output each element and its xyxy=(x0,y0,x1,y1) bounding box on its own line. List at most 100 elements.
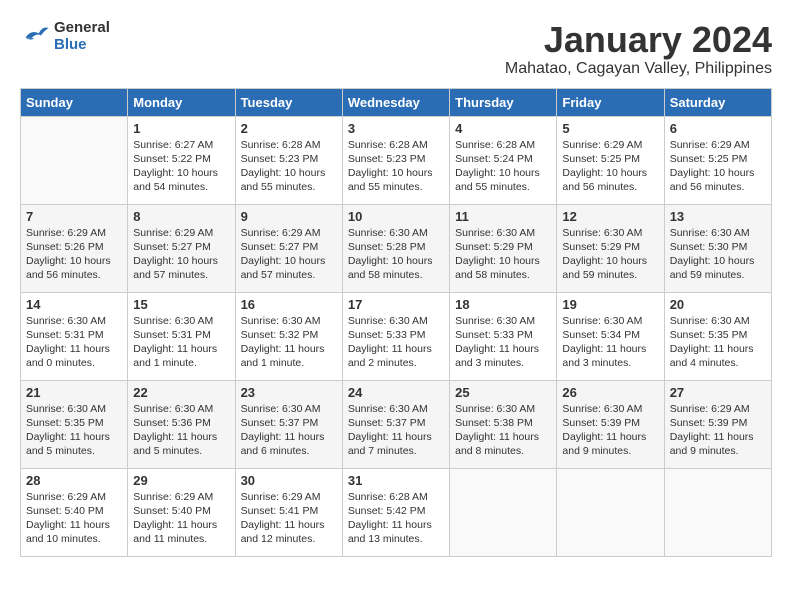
day-content: Sunrise: 6:29 AM Sunset: 5:27 PM Dayligh… xyxy=(241,226,337,283)
week-row-3: 14Sunrise: 6:30 AM Sunset: 5:31 PM Dayli… xyxy=(21,292,772,380)
calendar-cell: 16 Sunrise: 6:30 AM Sunset: 5:32 PM Dayli… xyxy=(235,292,342,380)
day-content: Sunrise: 6:29 AM Sunset: 5:25 PM Dayligh… xyxy=(562,138,658,195)
day-content: Sunrise: 6:29 AM Sunset: 5:25 PM Dayligh… xyxy=(670,138,766,195)
month-title: January 2024 xyxy=(505,20,772,60)
day-number: 12 xyxy=(562,209,658,224)
day-content: Sunrise: 6:30 AM Sunset: 5:35 PM Dayligh… xyxy=(26,402,122,459)
calendar-cell: 6 Sunrise: 6:29 AM Sunset: 5:25 PM Daylig… xyxy=(664,116,771,204)
day-number: 1 xyxy=(133,121,229,136)
day-content: Sunrise: 6:30 AM Sunset: 5:29 PM Dayligh… xyxy=(562,226,658,283)
calendar-cell: 15Sunrise: 6:30 AM Sunset: 5:31 PM Dayli… xyxy=(128,292,235,380)
day-content: Sunrise: 6:30 AM Sunset: 5:33 PM Dayligh… xyxy=(455,314,551,371)
day-content: Sunrise: 6:30 AM Sunset: 5:30 PM Dayligh… xyxy=(670,226,766,283)
week-row-4: 21 Sunrise: 6:30 AM Sunset: 5:35 PM Dayli… xyxy=(21,380,772,468)
day-number: 19 xyxy=(562,297,658,312)
title-area: January 2024 Mahatao, Cagayan Valley, Ph… xyxy=(505,20,772,78)
calendar-cell: 10Sunrise: 6:30 AM Sunset: 5:28 PM Dayli… xyxy=(342,204,449,292)
day-content: Sunrise: 6:30 AM Sunset: 5:37 PM Dayligh… xyxy=(241,402,337,459)
calendar-cell: 27Sunrise: 6:29 AM Sunset: 5:39 PM Dayli… xyxy=(664,380,771,468)
day-content: Sunrise: 6:28 AM Sunset: 5:42 PM Dayligh… xyxy=(348,490,444,547)
day-content: Sunrise: 6:29 AM Sunset: 5:27 PM Dayligh… xyxy=(133,226,229,283)
calendar-cell: 14Sunrise: 6:30 AM Sunset: 5:31 PM Dayli… xyxy=(21,292,128,380)
day-content: Sunrise: 6:30 AM Sunset: 5:28 PM Dayligh… xyxy=(348,226,444,283)
day-number: 3 xyxy=(348,121,444,136)
logo: General Blue xyxy=(20,20,110,53)
calendar-cell: 30 Sunrise: 6:29 AM Sunset: 5:41 PM Dayli… xyxy=(235,468,342,556)
day-number: 24 xyxy=(348,385,444,400)
day-content: Sunrise: 6:30 AM Sunset: 5:31 PM Dayligh… xyxy=(133,314,229,371)
day-number: 22 xyxy=(133,385,229,400)
day-number: 30 xyxy=(241,473,337,488)
calendar-cell: 25 Sunrise: 6:30 AM Sunset: 5:38 PM Dayli… xyxy=(450,380,557,468)
day-number: 13 xyxy=(670,209,766,224)
day-content: Sunrise: 6:28 AM Sunset: 5:24 PM Dayligh… xyxy=(455,138,551,195)
calendar-cell: 26 Sunrise: 6:30 AM Sunset: 5:39 PM Dayli… xyxy=(557,380,664,468)
day-content: Sunrise: 6:29 AM Sunset: 5:40 PM Dayligh… xyxy=(133,490,229,547)
logo-general: General xyxy=(54,20,110,37)
day-number: 27 xyxy=(670,385,766,400)
calendar-cell: 11 Sunrise: 6:30 AM Sunset: 5:29 PM Dayli… xyxy=(450,204,557,292)
day-number: 31 xyxy=(348,473,444,488)
column-header-sunday: Sunday xyxy=(21,88,128,116)
day-number: 17 xyxy=(348,297,444,312)
column-header-thursday: Thursday xyxy=(450,88,557,116)
day-content: Sunrise: 6:30 AM Sunset: 5:32 PM Dayligh… xyxy=(241,314,337,371)
week-row-1: 1 Sunrise: 6:27 AM Sunset: 5:22 PM Daylig… xyxy=(21,116,772,204)
day-number: 16 xyxy=(241,297,337,312)
day-content: Sunrise: 6:30 AM Sunset: 5:39 PM Dayligh… xyxy=(562,402,658,459)
week-row-2: 7Sunrise: 6:29 AM Sunset: 5:26 PM Daylig… xyxy=(21,204,772,292)
day-number: 9 xyxy=(241,209,337,224)
calendar-cell: 4Sunrise: 6:28 AM Sunset: 5:24 PM Daylig… xyxy=(450,116,557,204)
day-content: Sunrise: 6:30 AM Sunset: 5:31 PM Dayligh… xyxy=(26,314,122,371)
day-number: 5 xyxy=(562,121,658,136)
day-content: Sunrise: 6:29 AM Sunset: 5:40 PM Dayligh… xyxy=(26,490,122,547)
calendar-header: SundayMondayTuesdayWednesdayThursdayFrid… xyxy=(21,88,772,116)
column-header-saturday: Saturday xyxy=(664,88,771,116)
column-header-wednesday: Wednesday xyxy=(342,88,449,116)
column-header-friday: Friday xyxy=(557,88,664,116)
day-content: Sunrise: 6:30 AM Sunset: 5:29 PM Dayligh… xyxy=(455,226,551,283)
day-content: Sunrise: 6:30 AM Sunset: 5:37 PM Dayligh… xyxy=(348,402,444,459)
day-number: 26 xyxy=(562,385,658,400)
day-number: 11 xyxy=(455,209,551,224)
logo-text: General Blue xyxy=(54,20,110,53)
day-number: 25 xyxy=(455,385,551,400)
day-number: 7 xyxy=(26,209,122,224)
day-number: 21 xyxy=(26,385,122,400)
day-content: Sunrise: 6:30 AM Sunset: 5:36 PM Dayligh… xyxy=(133,402,229,459)
calendar-cell: 24 Sunrise: 6:30 AM Sunset: 5:37 PM Dayli… xyxy=(342,380,449,468)
day-content: Sunrise: 6:27 AM Sunset: 5:22 PM Dayligh… xyxy=(133,138,229,195)
calendar-cell: 20Sunrise: 6:30 AM Sunset: 5:35 PM Dayli… xyxy=(664,292,771,380)
calendar-cell: 29 Sunrise: 6:29 AM Sunset: 5:40 PM Dayli… xyxy=(128,468,235,556)
day-content: Sunrise: 6:28 AM Sunset: 5:23 PM Dayligh… xyxy=(241,138,337,195)
location-title: Mahatao, Cagayan Valley, Philippines xyxy=(505,60,772,78)
calendar-cell: 13 Sunrise: 6:30 AM Sunset: 5:30 PM Dayli… xyxy=(664,204,771,292)
day-content: Sunrise: 6:30 AM Sunset: 5:34 PM Dayligh… xyxy=(562,314,658,371)
day-content: Sunrise: 6:29 AM Sunset: 5:41 PM Dayligh… xyxy=(241,490,337,547)
column-header-tuesday: Tuesday xyxy=(235,88,342,116)
calendar-cell: 21 Sunrise: 6:30 AM Sunset: 5:35 PM Dayli… xyxy=(21,380,128,468)
calendar-cell: 7Sunrise: 6:29 AM Sunset: 5:26 PM Daylig… xyxy=(21,204,128,292)
day-content: Sunrise: 6:28 AM Sunset: 5:23 PM Dayligh… xyxy=(348,138,444,195)
calendar-cell: 22 Sunrise: 6:30 AM Sunset: 5:36 PM Dayli… xyxy=(128,380,235,468)
day-content: Sunrise: 6:30 AM Sunset: 5:35 PM Dayligh… xyxy=(670,314,766,371)
day-number: 28 xyxy=(26,473,122,488)
day-number: 8 xyxy=(133,209,229,224)
day-number: 6 xyxy=(670,121,766,136)
header: General Blue January 2024 Mahatao, Cagay… xyxy=(20,20,772,78)
day-content: Sunrise: 6:30 AM Sunset: 5:38 PM Dayligh… xyxy=(455,402,551,459)
calendar-cell xyxy=(450,468,557,556)
day-content: Sunrise: 6:30 AM Sunset: 5:33 PM Dayligh… xyxy=(348,314,444,371)
calendar-cell: 28 Sunrise: 6:29 AM Sunset: 5:40 PM Dayli… xyxy=(21,468,128,556)
calendar-table: SundayMondayTuesdayWednesdayThursdayFrid… xyxy=(20,88,772,557)
calendar-cell: 1 Sunrise: 6:27 AM Sunset: 5:22 PM Daylig… xyxy=(128,116,235,204)
day-number: 2 xyxy=(241,121,337,136)
header-row: SundayMondayTuesdayWednesdayThursdayFrid… xyxy=(21,88,772,116)
calendar-cell: 8 Sunrise: 6:29 AM Sunset: 5:27 PM Daylig… xyxy=(128,204,235,292)
day-number: 18 xyxy=(455,297,551,312)
calendar-cell: 31 Sunrise: 6:28 AM Sunset: 5:42 PM Dayli… xyxy=(342,468,449,556)
calendar-cell: 19 Sunrise: 6:30 AM Sunset: 5:34 PM Dayli… xyxy=(557,292,664,380)
day-number: 29 xyxy=(133,473,229,488)
calendar-cell: 18 Sunrise: 6:30 AM Sunset: 5:33 PM Dayli… xyxy=(450,292,557,380)
calendar-body: 1 Sunrise: 6:27 AM Sunset: 5:22 PM Daylig… xyxy=(21,116,772,556)
